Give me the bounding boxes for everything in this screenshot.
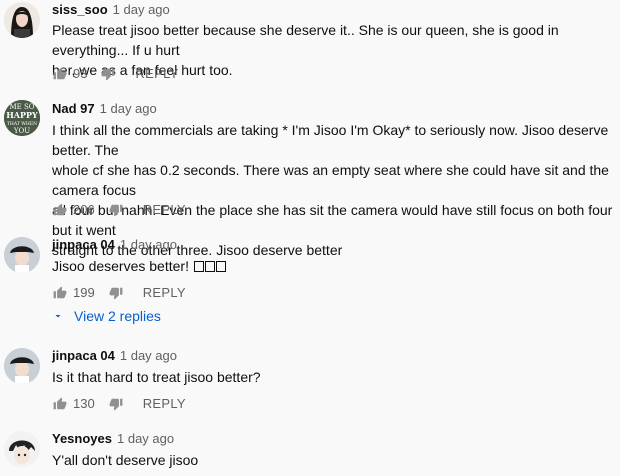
avatar[interactable]: [4, 348, 40, 384]
like-count: 206: [73, 202, 95, 217]
thumbs-down-icon: [102, 68, 115, 80]
like-button[interactable]: [53, 203, 67, 217]
reply-button[interactable]: REPLY: [143, 396, 186, 411]
comment-header: Nad 97 1 day ago: [52, 101, 157, 117]
comment-header: siss_soo 1 day ago: [52, 2, 170, 18]
like-count: 93: [73, 66, 88, 81]
comment-text-line: Jisoo deserves better!: [52, 258, 189, 274]
thumbs-down-icon: [109, 287, 123, 299]
profile-photo-bucket-hat-icon: [4, 348, 40, 384]
comment-text: Is it that hard to treat jisoo better?: [52, 367, 261, 387]
timestamp[interactable]: 1 day ago: [120, 348, 177, 363]
emoji-placeholder-icon: [193, 258, 226, 274]
comment-text-line: Please treat jisoo better because she de…: [52, 22, 559, 58]
comment-header: Yesnoyes 1 day ago: [52, 431, 174, 447]
view-replies-label: View 2 replies: [74, 308, 161, 324]
comment-text-line: Y'all don't deserve jisoo: [52, 452, 199, 468]
profile-photo-dark-hair-icon: [4, 2, 40, 38]
like-count: 130: [73, 396, 95, 411]
author-name[interactable]: Nad 97: [52, 101, 95, 116]
comment-actions: 130 REPLY: [53, 396, 186, 411]
like-button[interactable]: [53, 397, 67, 411]
reply-button[interactable]: REPLY: [135, 66, 178, 81]
thumbs-down-icon: [109, 398, 123, 410]
happy-text-avatar-icon: ME SO HAPPY THAT WHEN YOU: [4, 100, 40, 136]
timestamp[interactable]: 1 day ago: [117, 431, 174, 446]
profile-photo-bucket-hat-icon: [4, 237, 40, 273]
comment-actions: 199 REPLY: [53, 285, 186, 300]
like-button[interactable]: [53, 67, 67, 81]
dislike-button[interactable]: [109, 286, 123, 300]
thumbs-down-icon: [109, 204, 123, 216]
comment-text-line: whole cf she has 0.2 seconds. There was …: [52, 162, 609, 198]
avatar-text-line: YOU: [13, 127, 30, 135]
comment-actions: 206 REPLY: [53, 202, 186, 217]
chevron-down-icon: [55, 315, 61, 318]
thumbs-up-icon: [53, 203, 67, 215]
reply-button[interactable]: REPLY: [143, 202, 186, 217]
timestamp[interactable]: 1 day ago: [113, 2, 170, 17]
like-count: 199: [73, 285, 95, 300]
avatar-text-line: HAPPY: [6, 110, 38, 120]
thumbs-up-icon: [53, 67, 67, 79]
comment-header: jinpaca 04 1 day ago: [52, 348, 177, 364]
comment-text: Jisoo deserves better!: [52, 256, 226, 276]
comment-text: Y'all don't deserve jisoo: [52, 450, 198, 470]
comment-text-line: Is it that hard to treat jisoo better?: [52, 369, 261, 385]
avatar[interactable]: [4, 2, 40, 38]
view-replies-button[interactable]: View 2 replies: [52, 308, 161, 324]
author-name[interactable]: jinpaca 04: [52, 348, 115, 363]
dislike-button[interactable]: [109, 203, 123, 217]
thumbs-up-icon: [53, 397, 67, 409]
like-button[interactable]: [53, 286, 67, 300]
timestamp[interactable]: 1 day ago: [100, 101, 157, 116]
thumbs-up-icon: [53, 286, 67, 298]
avatar[interactable]: ME SO HAPPY THAT WHEN YOU: [4, 100, 40, 136]
author-name[interactable]: siss_soo: [52, 2, 108, 17]
author-name[interactable]: Yesnoyes: [52, 431, 112, 446]
avatar[interactable]: [4, 431, 40, 467]
author-name[interactable]: jinpaca 04: [52, 237, 115, 252]
reply-button[interactable]: REPLY: [143, 285, 186, 300]
dislike-button[interactable]: [109, 397, 123, 411]
comment-text-line: I think all the commercials are taking *…: [52, 122, 609, 158]
comment-actions: 93 REPLY: [53, 66, 179, 81]
profile-photo-anime-icon: [4, 431, 40, 467]
comment-header: jinpaca 04 1 day ago: [52, 237, 177, 253]
dislike-button[interactable]: [101, 67, 115, 81]
avatar[interactable]: [4, 237, 40, 273]
timestamp[interactable]: 1 day ago: [120, 237, 177, 252]
